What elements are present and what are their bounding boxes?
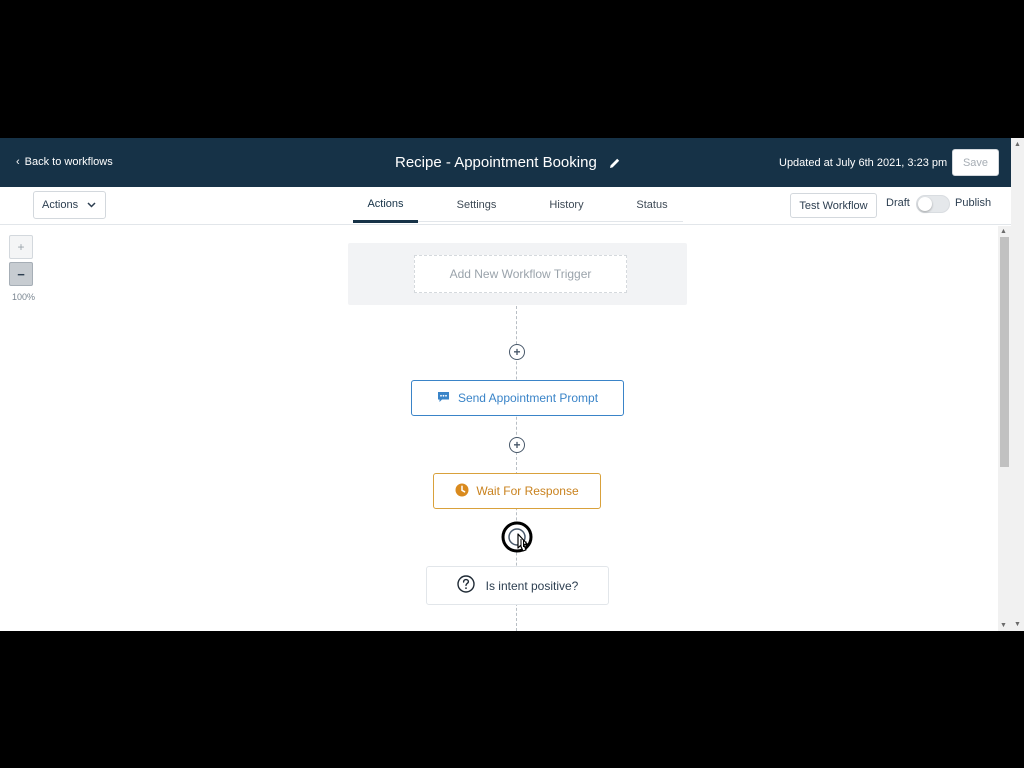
publish-toggle[interactable] xyxy=(916,195,950,213)
chat-icon xyxy=(437,391,450,406)
tab-actions[interactable]: Actions xyxy=(353,187,418,223)
back-link-label: Back to workflows xyxy=(24,156,113,168)
draft-label: Draft xyxy=(886,197,910,209)
scroll-down-arrow-icon[interactable]: ▼ xyxy=(1014,621,1021,628)
updated-timestamp: Updated at July 6th 2021, 3:23 pm xyxy=(779,157,948,169)
tab-settings[interactable]: Settings xyxy=(418,187,535,223)
canvas-scrollbar[interactable]: ▲ ▼ xyxy=(998,226,1011,631)
back-to-workflows-link[interactable]: ‹ Back to workflows xyxy=(16,156,113,168)
page-scrollbar[interactable]: ▲ ▼ xyxy=(1011,138,1024,631)
toolbar: Actions Actions Settings History Status … xyxy=(0,187,1011,225)
save-button[interactable]: Save xyxy=(952,149,999,176)
is-intent-positive-node[interactable]: Is intent positive? xyxy=(426,566,609,605)
scroll-down-arrow-icon[interactable]: ▼ xyxy=(1000,622,1007,629)
chevron-down-icon xyxy=(87,199,96,211)
title-group: Recipe - Appointment Booking xyxy=(395,154,621,171)
actions-dropdown-label: Actions xyxy=(42,199,79,211)
tab-bar: Actions Settings History Status xyxy=(353,187,706,223)
add-step-button-hovered[interactable] xyxy=(500,521,538,561)
scroll-up-arrow-icon[interactable]: ▲ xyxy=(1000,228,1007,235)
toggle-knob xyxy=(918,197,932,211)
trigger-area: Add New Workflow Trigger xyxy=(348,243,687,305)
chevron-left-icon: ‹ xyxy=(16,155,20,168)
add-step-button[interactable]: + xyxy=(509,437,525,453)
zoom-out-button[interactable]: − xyxy=(9,262,33,286)
node-label: Send Appointment Prompt xyxy=(457,391,599,405)
question-icon xyxy=(456,575,475,596)
top-header: ‹ Back to workflows Recipe - Appointment… xyxy=(0,138,1011,187)
add-step-button[interactable]: + xyxy=(509,344,525,360)
scrollbar-thumb[interactable] xyxy=(1000,237,1009,467)
actions-dropdown[interactable]: Actions xyxy=(33,191,106,219)
zoom-in-button[interactable]: + xyxy=(9,235,33,259)
scroll-up-arrow-icon[interactable]: ▲ xyxy=(1014,141,1021,148)
wait-for-response-node[interactable]: Wait For Response xyxy=(433,473,601,509)
clock-icon xyxy=(455,483,469,500)
node-label: Is intent positive? xyxy=(485,578,579,593)
node-label: Wait For Response xyxy=(476,484,579,498)
publish-label: Publish xyxy=(955,197,992,209)
page-title: Recipe - Appointment Booking xyxy=(395,154,597,171)
workflow-canvas[interactable]: + − 100% Add New Workflow Trigger + Send… xyxy=(0,226,998,631)
add-workflow-trigger-button[interactable]: Add New Workflow Trigger xyxy=(414,255,627,293)
send-appointment-prompt-node[interactable]: Send Appointment Prompt xyxy=(411,380,624,416)
zoom-level: 100% xyxy=(12,292,36,302)
test-workflow-button[interactable]: Test Workflow xyxy=(790,193,877,218)
workflow-editor: ‹ Back to workflows Recipe - Appointment… xyxy=(0,138,1024,631)
tab-history[interactable]: History xyxy=(535,187,598,223)
pencil-icon[interactable] xyxy=(609,157,621,169)
tab-status[interactable]: Status xyxy=(598,187,706,223)
